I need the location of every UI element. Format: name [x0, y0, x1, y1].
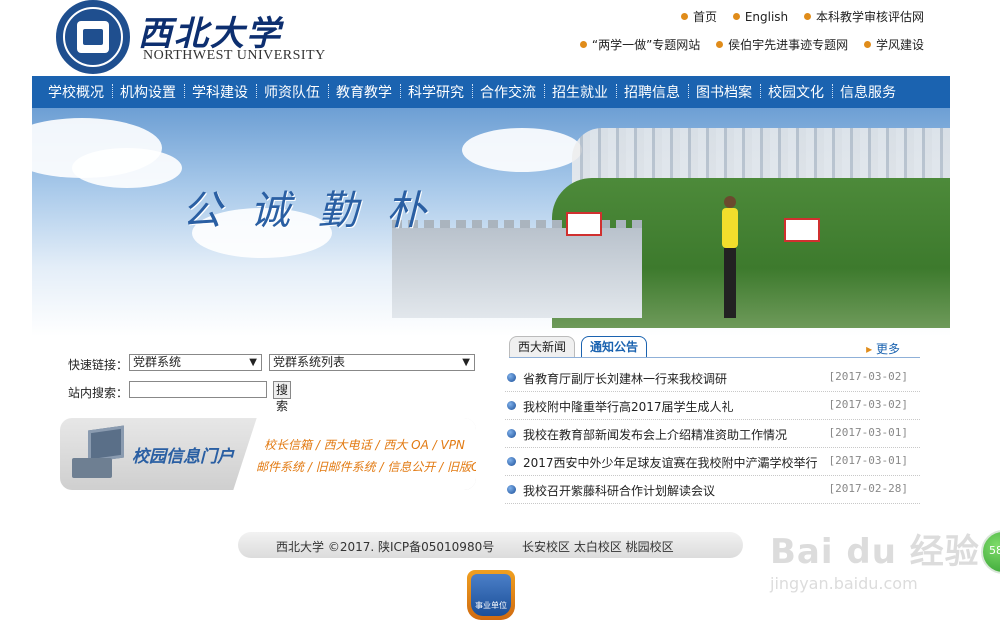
performer-figure [720, 196, 740, 326]
search-button[interactable]: 搜索 [273, 381, 292, 413]
nav-item-faculty[interactable]: 师资队伍 [256, 82, 328, 102]
copyright-text: 西北大学 ©2017. 陕ICP备05010980号 [276, 540, 495, 554]
nav-item-disciplines[interactable]: 学科建设 [184, 82, 256, 102]
public-institution-badge-icon[interactable]: 事业单位 [467, 570, 515, 620]
bullet-icon [507, 457, 516, 466]
top-links-row1: 首页 English 本科教学审核评估网 [669, 8, 924, 25]
more-link[interactable]: 更多 [866, 340, 900, 357]
computer-icon [70, 425, 126, 480]
quick-links-label: 快速链接： [68, 358, 129, 372]
site-search-label: 站内搜索： [68, 386, 129, 400]
site-footer: 西北大学 ©2017. 陕ICP备05010980号 长安校区 太白校区 桃园校… [238, 532, 743, 558]
dropdown-arrow-icon: ▼ [249, 357, 257, 368]
nav-item-services[interactable]: 信息服务 [832, 82, 904, 102]
bullet-icon [507, 401, 516, 410]
bullet-icon [680, 13, 688, 20]
side-float-button[interactable]: 58 [981, 530, 1000, 574]
top-link-hou-boyu[interactable]: 侯伯宇先进事迹专题网 [716, 38, 848, 52]
main-nav: 学校概况 机构设置 学科建设 师资队伍 教育教学 科学研究 合作交流 招生就业 … [32, 76, 950, 108]
top-link-study-style[interactable]: 学风建设 [863, 38, 924, 52]
logo-english-name: NORTHWEST UNIVERSITY [143, 48, 326, 63]
nav-item-recruitment[interactable]: 招聘信息 [616, 82, 688, 102]
bullet-icon [863, 41, 871, 48]
news-item[interactable]: 2017西安中外少年足球友谊赛在我校附中浐灞学校举行 [2017-03-01] [505, 448, 920, 476]
top-link-home[interactable]: 首页 [680, 10, 717, 24]
quick-links-sublist-select[interactable]: 党群系统列表 ▼ [269, 354, 475, 371]
bullet-icon [507, 373, 516, 382]
baidu-watermark-url: jingyan.baidu.com [770, 574, 918, 593]
top-link-undergrad-review[interactable]: 本科教学审核评估网 [803, 10, 924, 24]
news-item[interactable]: 我校附中隆重举行高2017届学生成人礼 [2017-03-02] [505, 392, 920, 420]
quick-links-select[interactable]: 党群系统 ▼ [129, 354, 262, 371]
bullet-icon [507, 485, 516, 494]
portal-links-row1[interactable]: 校长信箱 / 西大电话 / 西大 OA / VPN [264, 436, 465, 453]
news-item[interactable]: 我校在教育部新闻发布会上介绍精准资助工作情况 [2017-03-01] [505, 420, 920, 448]
university-seal-icon[interactable] [56, 0, 130, 74]
nav-item-admissions[interactable]: 招生就业 [544, 82, 616, 102]
bullet-icon [716, 41, 724, 48]
portal-title: 校园信息门户 [132, 447, 234, 467]
site-header: 西北大学 NORTHWEST UNIVERSITY 首页 English 本科教… [0, 0, 1000, 76]
nav-item-culture[interactable]: 校园文化 [760, 82, 832, 102]
baidu-watermark: Bai du 经验 [770, 532, 980, 572]
city-wall-image [392, 220, 642, 318]
campus-list: 长安校区 太白校区 桃园校区 [522, 540, 674, 554]
tab-notices[interactable]: 通知公告 [581, 336, 648, 358]
bullet-icon [732, 13, 740, 20]
nav-item-organization[interactable]: 机构设置 [112, 82, 184, 102]
top-link-two-studies[interactable]: “两学一做”专题网站 [579, 38, 700, 52]
bullet-icon [579, 41, 587, 48]
banner-slogan: 公诚勤朴 [182, 188, 454, 234]
hero-banner: 公诚勤朴 [32, 108, 950, 336]
bullet-icon [507, 429, 516, 438]
site-search-input[interactable] [129, 381, 267, 398]
news-item[interactable]: 我校召开紫藤科研合作计划解读会议 [2017-02-28] [505, 476, 920, 504]
bullet-icon [803, 13, 811, 20]
campus-portal-banner[interactable]: 校园信息门户 校长信箱 / 西大电话 / 西大 OA / VPN 邮件系统 / … [60, 418, 476, 490]
news-item[interactable]: 省教育厅副厅长刘建林一行来我校调研 [2017-03-02] [505, 364, 920, 392]
top-links-row2: “两学一做”专题网站 侯伯宇先进事迹专题网 学风建设 [568, 36, 924, 53]
dropdown-arrow-icon: ▼ [462, 357, 470, 368]
nav-item-overview[interactable]: 学校概况 [40, 82, 112, 102]
top-link-english[interactable]: English [732, 10, 788, 24]
nav-item-cooperation[interactable]: 合作交流 [472, 82, 544, 102]
nav-item-research[interactable]: 科学研究 [400, 82, 472, 102]
nav-item-education[interactable]: 教育教学 [328, 82, 400, 102]
tab-university-news[interactable]: 西大新闻 [509, 336, 576, 358]
nav-item-library[interactable]: 图书档案 [688, 82, 760, 102]
portal-links-row2[interactable]: 邮件系统 / 旧邮件系统 / 信息公开 / 旧版OA [256, 458, 476, 475]
